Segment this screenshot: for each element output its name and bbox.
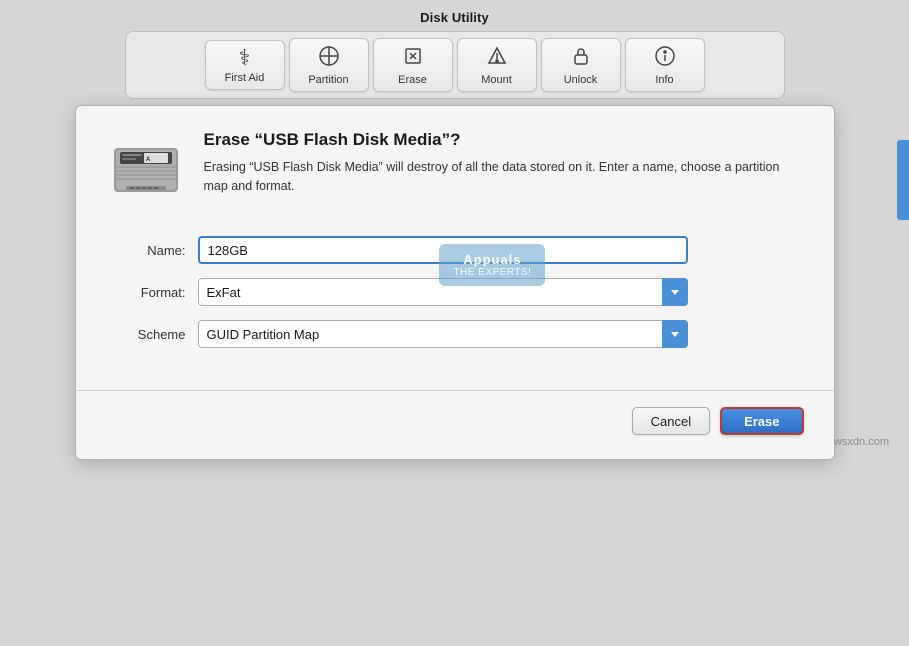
mount-icon bbox=[486, 45, 508, 71]
scheme-label: Scheme bbox=[106, 327, 186, 342]
first-aid-button[interactable]: ⚕ First Aid bbox=[205, 40, 285, 90]
format-select-wrapper: ExFat MS-DOS (FAT) APFS Mac OS Extended … bbox=[198, 278, 688, 306]
name-label: Name: bbox=[106, 243, 186, 258]
toolbar: ⚕ First Aid Partition Erase bbox=[125, 31, 785, 99]
dialog-text-area: Erase “USB Flash Disk Media”? Erasing “U… bbox=[204, 130, 804, 196]
right-accent-bar bbox=[897, 140, 909, 220]
partition-label: Partition bbox=[308, 74, 348, 86]
svg-text:A: A bbox=[146, 157, 151, 163]
format-label: Format: bbox=[106, 285, 186, 300]
name-input[interactable] bbox=[198, 236, 688, 264]
disk-icon: A bbox=[106, 130, 186, 210]
info-label: Info bbox=[655, 74, 673, 86]
first-aid-icon: ⚕ bbox=[239, 47, 251, 69]
divider bbox=[76, 390, 834, 391]
name-field-row: Name: bbox=[106, 236, 804, 264]
erase-confirm-button[interactable]: Erase bbox=[720, 407, 803, 435]
unlock-label: Unlock bbox=[564, 74, 598, 86]
partition-icon bbox=[318, 45, 340, 71]
mount-label: Mount bbox=[481, 74, 512, 86]
erase-label: Erase bbox=[398, 74, 427, 86]
scheme-select-wrapper: GUID Partition Map Master Boot Record Ap… bbox=[198, 320, 688, 348]
cancel-button[interactable]: Cancel bbox=[632, 407, 710, 435]
dialog-description: Erasing “USB Flash Disk Media” will dest… bbox=[204, 158, 804, 196]
first-aid-label: First Aid bbox=[225, 72, 265, 84]
info-icon bbox=[654, 45, 676, 71]
dialog-window: A Erase “USB Flash Disk M bbox=[75, 105, 835, 460]
scheme-field-row: Scheme GUID Partition Map Master Boot Re… bbox=[106, 320, 804, 348]
bottom-url: wsxdn.com bbox=[834, 436, 889, 448]
format-select[interactable]: ExFat MS-DOS (FAT) APFS Mac OS Extended … bbox=[198, 278, 688, 306]
mount-button[interactable]: Mount bbox=[457, 38, 537, 92]
lock-icon bbox=[570, 45, 592, 71]
partition-button[interactable]: Partition bbox=[289, 38, 369, 92]
dialog-form: Name: Format: ExFat MS-DOS (FAT) APFS Ma… bbox=[76, 226, 834, 382]
dialog-title: Erase “USB Flash Disk Media”? bbox=[204, 130, 804, 150]
scheme-select[interactable]: GUID Partition Map Master Boot Record Ap… bbox=[198, 320, 688, 348]
button-row: Cancel Erase bbox=[76, 407, 834, 459]
dialog-header: A Erase “USB Flash Disk M bbox=[76, 106, 834, 226]
app-title: Disk Utility bbox=[0, 0, 909, 31]
erase-button[interactable]: Erase bbox=[373, 38, 453, 92]
info-button[interactable]: Info bbox=[625, 38, 705, 92]
erase-icon bbox=[402, 45, 424, 71]
unlock-button[interactable]: Unlock bbox=[541, 38, 621, 92]
format-field-row: Format: ExFat MS-DOS (FAT) APFS Mac OS E… bbox=[106, 278, 804, 306]
